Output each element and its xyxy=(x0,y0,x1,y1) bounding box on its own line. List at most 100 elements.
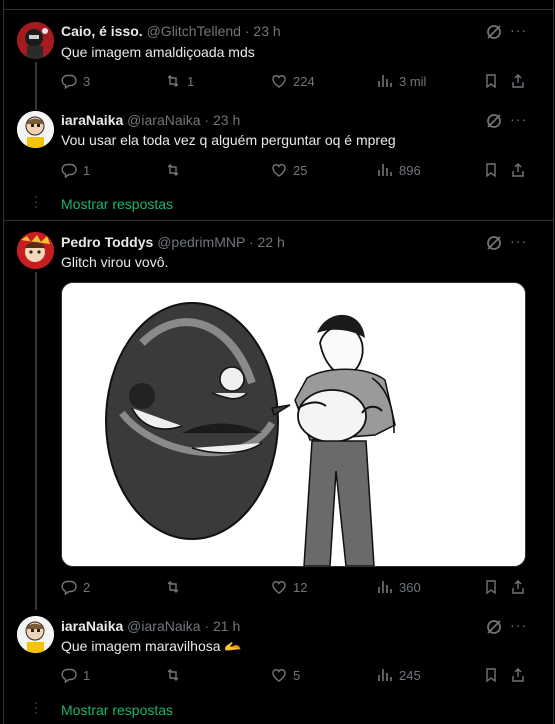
views-icon xyxy=(378,669,392,681)
avatar[interactable] xyxy=(17,616,54,653)
reply-button[interactable]: 2 xyxy=(61,577,90,597)
views-icon xyxy=(378,75,392,87)
grok-icon[interactable] xyxy=(485,112,503,130)
author-name[interactable]: iaraNaika xyxy=(61,112,123,128)
grok-icon[interactable] xyxy=(485,234,503,252)
author-name[interactable]: iaraNaika xyxy=(61,618,123,634)
bookmark-button[interactable] xyxy=(483,665,499,685)
action-bar: 2 12 360 xyxy=(61,577,531,597)
reply-button[interactable]: 1 xyxy=(61,665,90,685)
author-name[interactable]: Pedro Toddys xyxy=(61,234,153,250)
reply-button[interactable]: 1 xyxy=(61,160,90,180)
repost-icon xyxy=(167,75,179,87)
post-time[interactable]: 23 h xyxy=(213,112,240,128)
share-button[interactable] xyxy=(510,160,526,180)
author-handle[interactable]: @GlitchTellend xyxy=(147,23,241,39)
like-count: 224 xyxy=(293,73,315,89)
show-replies-link[interactable]: Mostrar respostas xyxy=(61,196,173,212)
more-options-button[interactable]: ··· xyxy=(510,233,530,251)
post-text: Vou usar ela toda vez q alguém perguntar… xyxy=(61,132,396,148)
avatar[interactable] xyxy=(17,232,54,269)
view-count: 360 xyxy=(399,579,421,595)
like-icon xyxy=(272,164,286,177)
avatar[interactable] xyxy=(17,111,54,148)
view-count: 245 xyxy=(399,667,421,683)
view-count: 896 xyxy=(399,162,421,178)
action-bar: 3 1 224 3 mil xyxy=(61,71,531,91)
reply-icon xyxy=(61,74,77,89)
reply-count: 3 xyxy=(83,73,91,89)
more-options-button[interactable]: ··· xyxy=(510,22,530,40)
like-button[interactable]: 224 xyxy=(271,71,315,91)
share-button[interactable] xyxy=(510,71,526,91)
reply-count: 1 xyxy=(83,667,91,683)
like-count: 25 xyxy=(293,162,308,178)
like-icon xyxy=(272,669,286,682)
reply-button[interactable]: 3 xyxy=(61,71,90,91)
share-button[interactable] xyxy=(510,665,526,685)
bookmark-button[interactable] xyxy=(483,577,499,597)
more-options-button[interactable]: ··· xyxy=(510,617,530,635)
views-button[interactable]: 896 xyxy=(377,160,421,180)
thread-ellipsis xyxy=(32,702,40,717)
like-icon xyxy=(272,581,286,594)
emoji-hand: 🫴 xyxy=(224,638,242,654)
views-icon xyxy=(378,581,392,593)
reply-count: 1 xyxy=(83,162,91,178)
views-button[interactable]: 3 mil xyxy=(377,71,426,91)
thread-line xyxy=(35,62,37,110)
views-button[interactable]: 245 xyxy=(377,665,421,685)
like-icon xyxy=(272,75,286,88)
thread-ellipsis xyxy=(32,196,40,211)
repost-button[interactable] xyxy=(165,160,187,180)
bookmark-button[interactable] xyxy=(483,160,499,180)
avatar-image xyxy=(17,111,54,148)
share-button[interactable] xyxy=(510,577,526,597)
view-count: 3 mil xyxy=(399,73,427,89)
bookmark-icon xyxy=(486,668,496,683)
separator: · xyxy=(244,23,250,39)
more-options-button[interactable]: ··· xyxy=(510,111,530,129)
repost-icon xyxy=(167,669,179,681)
bookmark-icon xyxy=(486,74,496,89)
share-icon xyxy=(512,668,524,682)
reply-count: 2 xyxy=(83,579,91,595)
like-button[interactable]: 25 xyxy=(271,160,307,180)
author-handle[interactable]: @iaraNaika xyxy=(127,618,200,634)
post-time[interactable]: 23 h xyxy=(253,23,280,39)
share-icon xyxy=(512,580,524,594)
grok-icon[interactable] xyxy=(485,618,503,636)
repost-button[interactable] xyxy=(165,577,187,597)
action-bar: 1 5 245 xyxy=(61,665,531,685)
bookmark-icon xyxy=(486,163,496,178)
grok-icon[interactable] xyxy=(485,23,503,41)
repost-button[interactable] xyxy=(165,665,187,685)
separator: · xyxy=(204,618,210,634)
show-replies-link[interactable]: Mostrar respostas xyxy=(61,702,173,718)
author-handle[interactable]: @iaraNaika xyxy=(127,112,200,128)
post-header: Pedro Toddys @pedrimMNP · 22 h xyxy=(61,234,285,250)
bookmark-button[interactable] xyxy=(483,71,499,91)
like-button[interactable]: 12 xyxy=(271,577,307,597)
avatar[interactable] xyxy=(17,22,54,59)
like-count: 12 xyxy=(293,579,308,595)
views-button[interactable]: 360 xyxy=(377,577,421,597)
attached-image[interactable] xyxy=(61,282,526,567)
share-icon xyxy=(512,74,524,88)
divider xyxy=(3,220,554,221)
like-count: 5 xyxy=(293,667,301,683)
author-handle[interactable]: @pedrimMNP xyxy=(157,234,245,250)
top-divider xyxy=(3,9,554,10)
post-time[interactable]: 21 h xyxy=(213,618,240,634)
reply-icon xyxy=(61,580,77,595)
repost-button[interactable]: 1 xyxy=(165,71,194,91)
thread-line xyxy=(35,272,37,610)
like-button[interactable]: 5 xyxy=(271,665,300,685)
author-name[interactable]: Caio, é isso. xyxy=(61,23,143,39)
repost-count: 1 xyxy=(187,73,195,89)
post-time[interactable]: 22 h xyxy=(258,234,285,250)
avatar-image xyxy=(17,616,54,653)
repost-icon xyxy=(167,581,179,593)
share-icon xyxy=(512,163,524,177)
repost-icon xyxy=(167,164,179,176)
